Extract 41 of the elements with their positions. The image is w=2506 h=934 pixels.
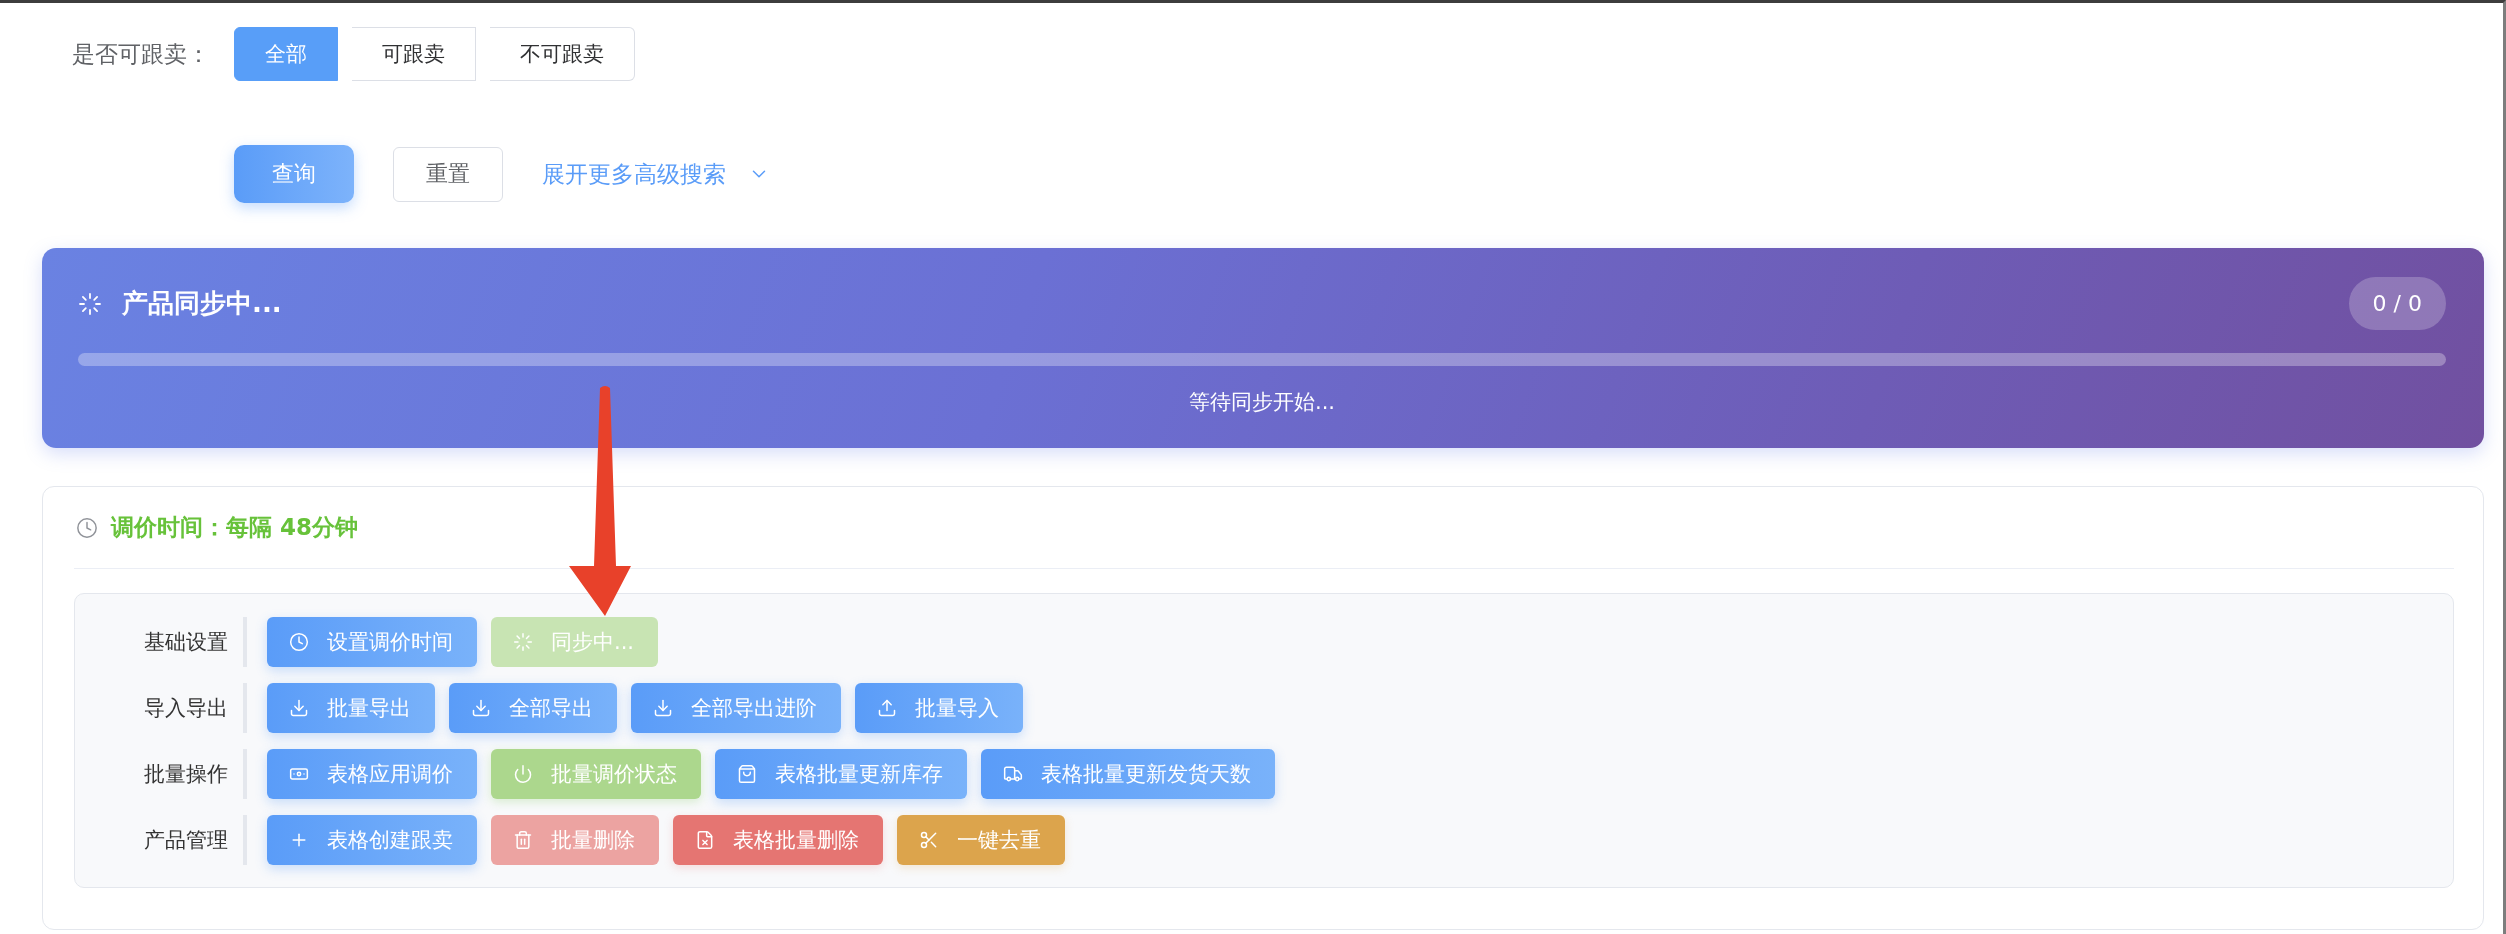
group-label: 基础设置 xyxy=(143,629,228,656)
sync-title: 产品同步中... xyxy=(122,287,282,320)
spinner-icon xyxy=(513,632,533,652)
filter-option[interactable]: 不可跟卖 xyxy=(490,27,635,81)
reset-button[interactable]: 重置 xyxy=(393,146,503,202)
toolbar-button[interactable]: 一键去重 xyxy=(897,815,1065,865)
group-label: 产品管理 xyxy=(143,827,228,854)
sync-status: 等待同步开始... xyxy=(1189,389,1335,416)
filter-label: 是否可跟卖： xyxy=(72,39,211,69)
clock-icon xyxy=(289,632,309,652)
clock-icon xyxy=(76,516,98,539)
toolbar-button[interactable]: 表格批量删除 xyxy=(673,815,883,865)
group-label: 导入导出 xyxy=(143,695,228,722)
advanced-search-link[interactable]: 展开更多高级搜索 xyxy=(542,158,770,190)
toolbar-button[interactable]: 全部导出进阶 xyxy=(631,683,841,733)
spinner-icon xyxy=(78,291,102,316)
filter-option[interactable]: 全部 xyxy=(234,27,338,81)
toolbar-button[interactable]: 批量导出 xyxy=(267,683,435,733)
toolbar-button[interactable]: 批量导入 xyxy=(855,683,1023,733)
trash-icon xyxy=(513,830,533,850)
truck-icon xyxy=(1003,764,1023,784)
toolbar-button[interactable]: 表格创建跟卖 xyxy=(267,815,477,865)
shopping-bag-icon xyxy=(737,764,757,784)
toolbar-button[interactable]: 批量调价状态 xyxy=(491,749,701,799)
scissors-icon xyxy=(919,830,939,850)
group-label: 批量操作 xyxy=(143,761,228,788)
schedule-text: 调价时间：每隔 48分钟 xyxy=(111,513,358,542)
toolbar-button[interactable]: 表格批量更新发货天数 xyxy=(981,749,1275,799)
toolbar-button[interactable]: 表格批量更新库存 xyxy=(715,749,967,799)
upload-icon xyxy=(877,698,897,718)
document-x-icon xyxy=(695,830,715,850)
filter-option[interactable]: 可跟卖 xyxy=(352,27,476,81)
download-icon xyxy=(289,698,309,718)
power-icon xyxy=(513,764,533,784)
query-button[interactable]: 查询 xyxy=(234,145,354,203)
toolbar-button[interactable]: 设置调价时间 xyxy=(267,617,477,667)
download-icon xyxy=(471,698,491,718)
toolbar-button[interactable]: 表格应用调价 xyxy=(267,749,477,799)
toolbar-button[interactable]: 全部导出 xyxy=(449,683,617,733)
download-icon xyxy=(653,698,673,718)
sync-count-badge: 0 / 0 xyxy=(2348,277,2446,330)
